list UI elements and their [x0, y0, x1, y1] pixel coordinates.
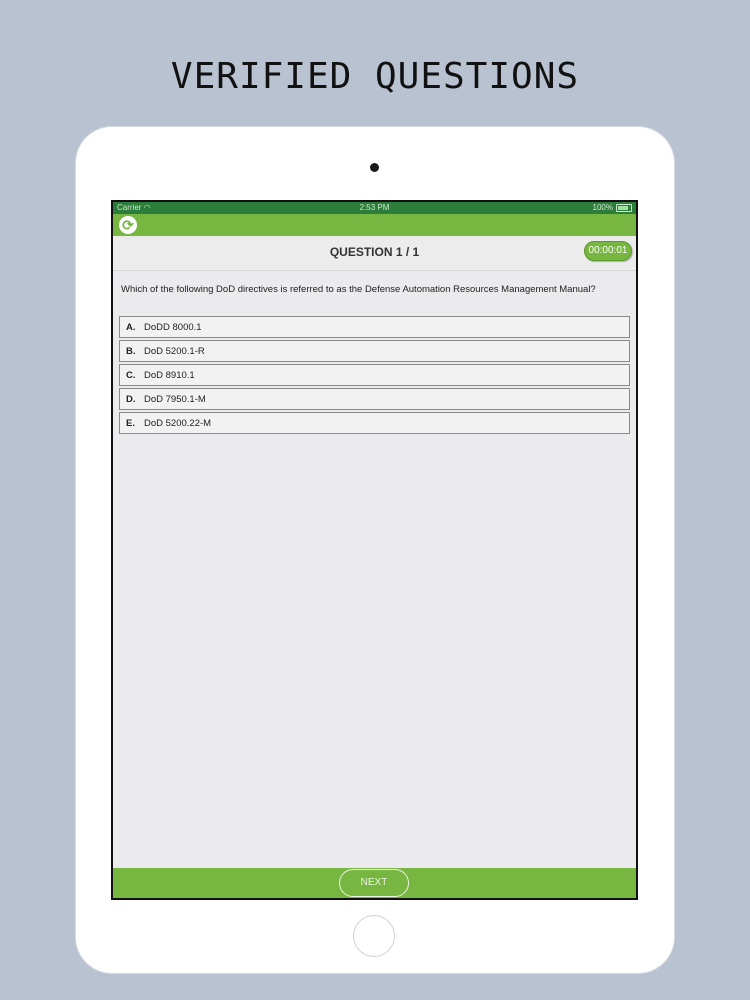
answer-option-d[interactable]: D. DoD 7950.1-M [119, 388, 630, 410]
page-headline: VERIFIED QUESTIONS [170, 56, 580, 97]
status-time: 2:53 PM [359, 203, 390, 212]
answer-text: DoD 7950.1-M [144, 393, 206, 405]
next-button[interactable]: NEXT [339, 869, 409, 897]
timer-badge: 00:00:01 [584, 241, 632, 261]
status-bar: Carrier ◠ 2:53 PM 100% [113, 202, 636, 214]
answer-option-e[interactable]: E. DoD 5200.22-M [119, 412, 630, 434]
answer-text: DoDD 8000.1 [144, 321, 202, 333]
battery-percent: 100% [592, 203, 613, 212]
answer-text: DoD 8910.1 [144, 369, 195, 381]
camera-dot [370, 163, 379, 172]
answer-option-c[interactable]: C. DoD 8910.1 [119, 364, 630, 386]
answer-letter: D. [126, 393, 136, 405]
home-button[interactable] [353, 915, 395, 957]
tablet-frame: Carrier ◠ 2:53 PM 100% ⟳ QUESTION 1 / 1 … [76, 127, 674, 973]
app-screen: Carrier ◠ 2:53 PM 100% ⟳ QUESTION 1 / 1 … [113, 202, 636, 898]
question-title: QUESTION 1 / 1 [329, 245, 420, 259]
answer-letter: E. [126, 417, 135, 429]
answer-text: DoD 5200.22-M [144, 417, 212, 429]
answer-letter: A. [126, 321, 136, 333]
answer-option-a[interactable]: A. DoDD 8000.1 [119, 316, 630, 338]
status-battery: 100% [593, 202, 632, 214]
answer-option-b[interactable]: B. DoD 5200.1-R [119, 340, 630, 362]
app-toolbar: ⟳ [113, 214, 636, 236]
answer-letter: C. [126, 369, 136, 381]
bottom-bar: NEXT [113, 868, 636, 898]
device-screen: Carrier ◠ 2:53 PM 100% ⟳ QUESTION 1 / 1 … [111, 200, 638, 900]
answer-letter: B. [126, 345, 136, 357]
question-header: QUESTION 1 / 1 00:00:01 [113, 236, 636, 271]
question-text: Which of the following DoD directives is… [121, 284, 596, 295]
answer-text: DoD 5200.1-R [144, 345, 205, 357]
answer-list: A. DoDD 8000.1 B. DoD 5200.1-R C. DoD 89… [119, 316, 630, 436]
battery-icon [616, 204, 632, 212]
refresh-icon[interactable]: ⟳ [119, 216, 137, 234]
